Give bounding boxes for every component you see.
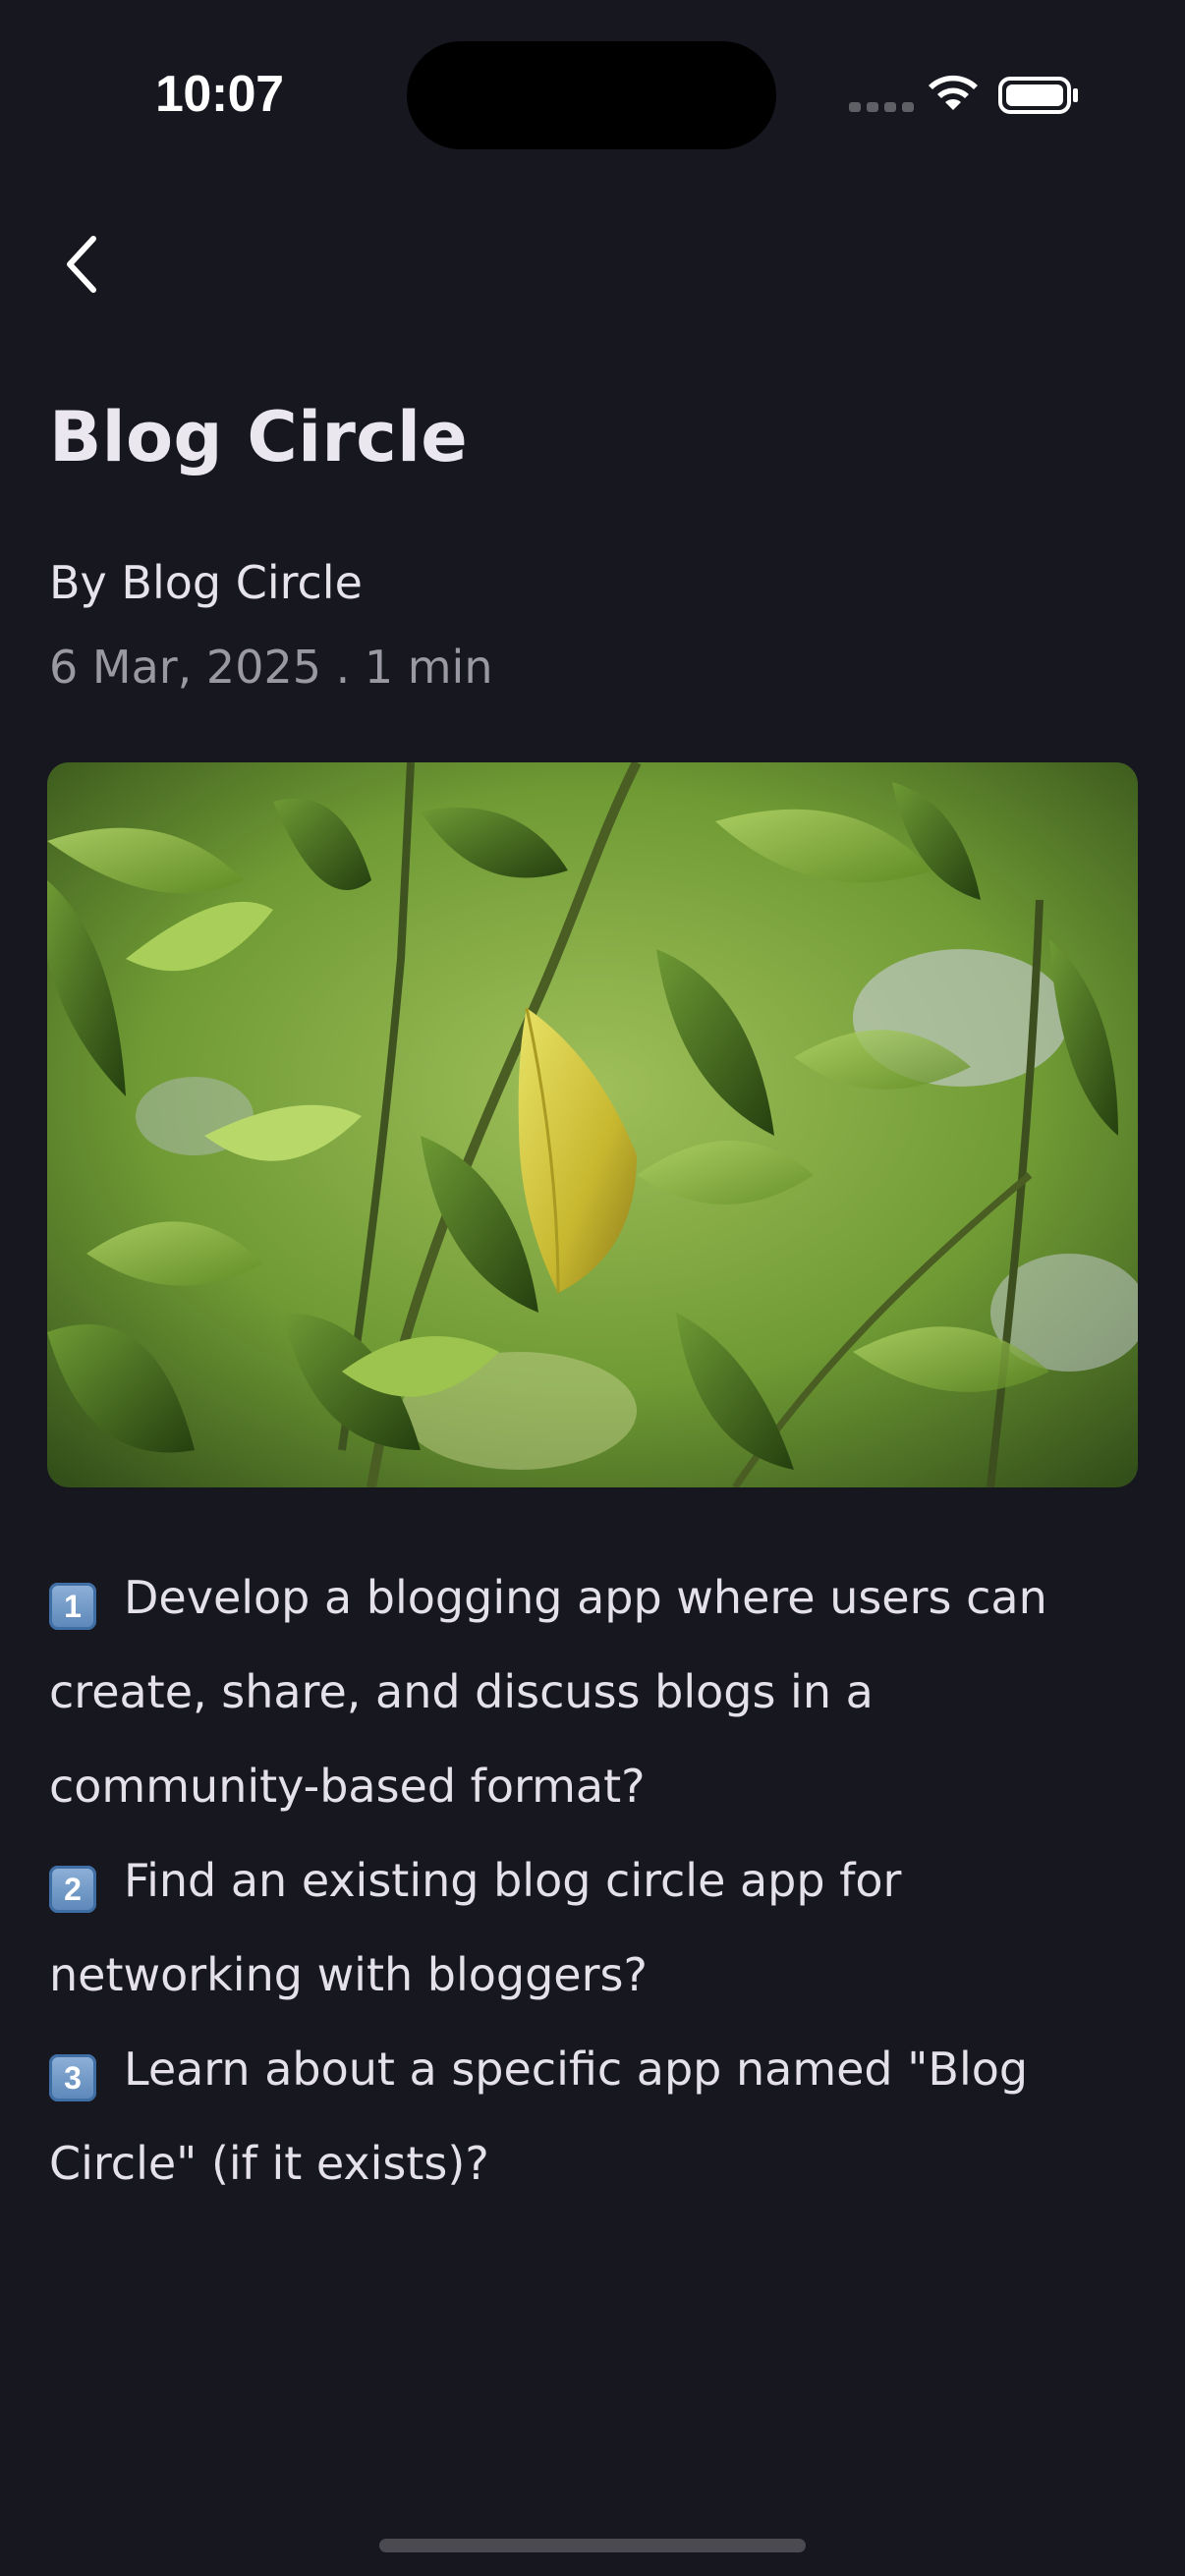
- list-item-text: Develop a blogging app where users can c…: [49, 1571, 1047, 1813]
- list-item: 3 Learn about a specific app named "Blog …: [49, 2022, 1140, 2211]
- home-indicator[interactable]: [379, 2539, 806, 2552]
- post-body: 1 Develop a blogging app where users can …: [49, 1550, 1140, 2211]
- screen: 10:07 Blog Circle By Blog Circle 6 Mar, …: [0, 0, 1185, 2576]
- keycap-number-icon: 3: [49, 2054, 96, 2101]
- post-title: Blog Circle: [49, 397, 469, 477]
- back-button[interactable]: [47, 222, 116, 307]
- post-author: By Blog Circle: [49, 556, 363, 609]
- wifi-icon: [929, 75, 978, 110]
- list-item: 2 Find an existing blog circle app for ne…: [49, 1833, 1140, 2022]
- cellular-signal-icon: [849, 102, 914, 112]
- battery-icon: [998, 77, 1078, 114]
- dynamic-island: [407, 41, 776, 149]
- list-item-text: Find an existing blog circle app for net…: [49, 1854, 902, 2001]
- list-item-text: Learn about a specific app named "Blog C…: [49, 2043, 1029, 2190]
- list-item: 1 Develop a blogging app where users can …: [49, 1550, 1140, 1833]
- post-date-readtime: 6 Mar, 2025 . 1 min: [49, 641, 493, 694]
- status-time: 10:07: [155, 66, 284, 123]
- keycap-number-icon: 1: [49, 1583, 96, 1630]
- post-hero-image: [47, 762, 1138, 1487]
- keycap-number-icon: 2: [49, 1866, 96, 1913]
- chevron-left-icon: [67, 236, 96, 293]
